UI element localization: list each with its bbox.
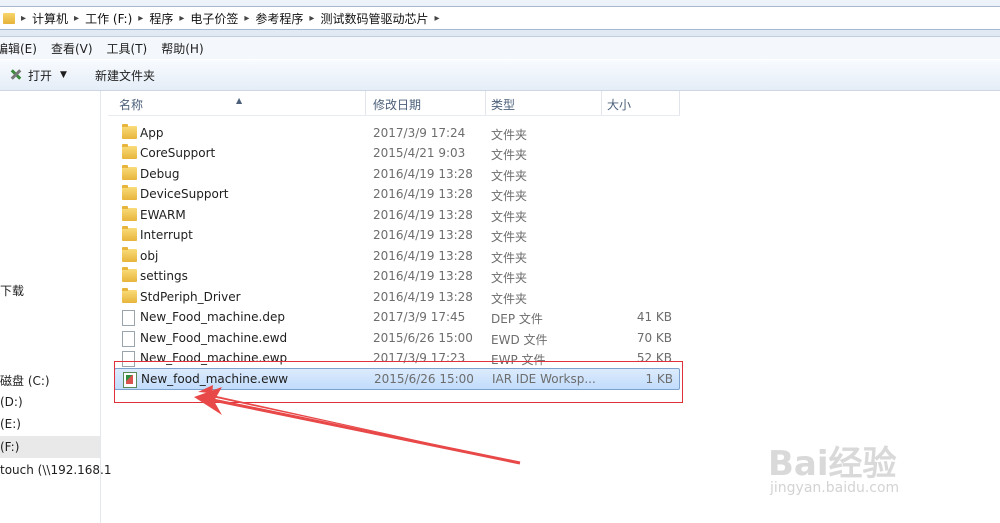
folder-icon bbox=[122, 206, 137, 221]
chevron-right-icon[interactable]: ▸ bbox=[138, 13, 143, 24]
folder-icon bbox=[122, 185, 137, 200]
column-size[interactable]: 大小 bbox=[607, 96, 631, 113]
breadcrumb-item[interactable]: ▸ 计算机 bbox=[15, 10, 68, 27]
folder-icon bbox=[122, 165, 137, 180]
list-item[interactable]: New_Food_machine.dep 2017/3/9 17:45 DEP 文件… bbox=[114, 307, 678, 327]
folder-icon bbox=[122, 267, 137, 282]
folder-icon bbox=[122, 226, 137, 241]
chevron-right-icon[interactable]: ▸ bbox=[74, 13, 79, 24]
list-item[interactable]: DeviceSupport 2016/4/19 13:28 文件夹 bbox=[114, 184, 678, 204]
arrow-icon bbox=[198, 385, 520, 463]
open-icon bbox=[8, 67, 24, 83]
nav-item-downloads[interactable]: 下载 bbox=[0, 282, 24, 299]
column-divider[interactable] bbox=[679, 91, 680, 115]
column-type[interactable]: 类型 bbox=[491, 96, 515, 113]
arrow-shaft bbox=[207, 397, 521, 465]
baidu-watermark: Bai经验 bbox=[768, 444, 897, 484]
breadcrumb-item[interactable]: ▸ 电子价签 bbox=[173, 10, 238, 27]
list-item[interactable]: StdPeriph_Driver 2016/4/19 13:28 文件夹 bbox=[114, 287, 678, 307]
menu-bar: 编辑(E) 查看(V) 工具(T) 帮助(H) bbox=[0, 37, 1000, 59]
column-divider[interactable] bbox=[485, 91, 486, 115]
toolbar: 打开 ▼ 新建文件夹 bbox=[0, 60, 1000, 91]
sort-ascending-icon: ▲ bbox=[236, 96, 243, 105]
address-bar: ▸ 计算机 ▸ 工作 (F:) ▸ 程序 ▸ 电子价签 ▸ 参考程序 ▸ 测试数码管驱动芯片… bbox=[0, 0, 1000, 37]
menu-edit[interactable]: 编辑(E) bbox=[0, 40, 37, 57]
chevron-right-icon[interactable]: ▸ bbox=[434, 13, 439, 24]
nav-item-drive-d[interactable]: (D:) bbox=[0, 395, 23, 409]
chevron-right-icon[interactable]: ▸ bbox=[309, 13, 314, 24]
annotation-arrow bbox=[194, 385, 521, 465]
folder-icon bbox=[122, 288, 137, 303]
navigation-pane: 下载 磁盘 (C:) (D:) (E:) (F:) touch (\\192.1… bbox=[0, 91, 112, 523]
nav-item-network[interactable]: touch (\\192.168.1 bbox=[0, 463, 112, 477]
chevron-right-icon[interactable]: ▸ bbox=[244, 13, 249, 24]
new-folder-button[interactable]: 新建文件夹 bbox=[87, 63, 163, 87]
menu-help[interactable]: 帮助(H) bbox=[161, 40, 203, 57]
list-item[interactable]: Debug 2016/4/19 13:28 文件夹 bbox=[114, 164, 678, 184]
folder-icon bbox=[122, 247, 137, 262]
column-divider[interactable] bbox=[365, 91, 366, 115]
menu-tools[interactable]: 工具(T) bbox=[107, 40, 148, 57]
list-item[interactable]: settings 2016/4/19 13:28 文件夹 bbox=[114, 266, 678, 286]
file-icon bbox=[122, 310, 135, 326]
list-item[interactable]: App 2017/3/9 17:24 文件夹 bbox=[114, 123, 678, 143]
file-icon bbox=[122, 331, 135, 347]
list-item[interactable]: New_Food_machine.ewd 2015/6/26 15:00 EWD 文… bbox=[114, 328, 678, 348]
nav-item-drive-f[interactable]: (F:) bbox=[0, 436, 100, 458]
folder-icon bbox=[122, 144, 137, 159]
chevron-down-icon[interactable]: ▼ bbox=[60, 70, 67, 80]
breadcrumb-item[interactable]: ▸ 测试数码管驱动芯片 ▸ bbox=[303, 10, 445, 27]
chevron-right-icon[interactable]: ▸ bbox=[179, 13, 184, 24]
list-item[interactable]: obj 2016/4/19 13:28 文件夹 bbox=[114, 246, 678, 266]
breadcrumb-item[interactable]: ▸ 参考程序 bbox=[238, 10, 303, 27]
column-date[interactable]: 修改日期 bbox=[373, 96, 421, 113]
new-folder-label: 新建文件夹 bbox=[94, 68, 155, 83]
breadcrumb-item[interactable]: ▸ 工作 (F:) bbox=[68, 10, 132, 27]
breadcrumb[interactable]: ▸ 计算机 ▸ 工作 (F:) ▸ 程序 ▸ 电子价签 ▸ 参考程序 ▸ 测试数码管驱动芯片… bbox=[0, 6, 1000, 30]
breadcrumb-item[interactable]: ▸ 程序 bbox=[132, 10, 173, 27]
column-header: ▲ 名称 修改日期 类型 大小 bbox=[108, 91, 680, 116]
nav-item-drive-e[interactable]: (E:) bbox=[0, 417, 21, 431]
nav-item-drive-c[interactable]: 磁盘 (C:) bbox=[0, 372, 50, 389]
list-item[interactable]: CoreSupport 2015/4/21 9:03 文件夹 bbox=[114, 143, 678, 163]
menu-view[interactable]: 查看(V) bbox=[51, 40, 93, 57]
open-label: 打开 bbox=[28, 68, 53, 83]
open-button[interactable]: 打开 ▼ bbox=[0, 63, 75, 87]
chevron-right-icon[interactable]: ▸ bbox=[21, 13, 26, 24]
list-item[interactable]: EWARM 2016/4/19 13:28 文件夹 bbox=[114, 205, 678, 225]
watermark-url: jingyan.baidu.com bbox=[770, 480, 900, 496]
column-name[interactable]: 名称 bbox=[119, 96, 143, 113]
column-divider[interactable] bbox=[601, 91, 602, 115]
list-item[interactable]: Interrupt 2016/4/19 13:28 文件夹 bbox=[114, 225, 678, 245]
folder-icon bbox=[3, 12, 15, 24]
folder-icon bbox=[122, 124, 137, 139]
